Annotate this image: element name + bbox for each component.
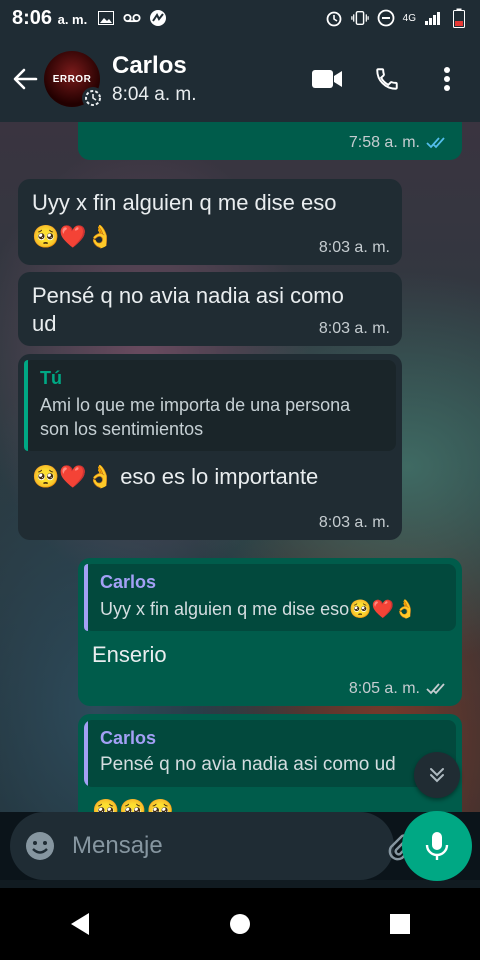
quote-text: Uyy x fin alguien q me dise eso🥺❤️👌 [100,599,417,619]
message-text: Uyy x fin alguien q me dise eso [32,190,337,215]
contact-info[interactable]: Carlos 8:04 a. m. [112,52,310,106]
read-ticks-icon [426,137,445,149]
status-bar: 8:06 a. m. 4G [0,0,480,36]
message-time: 8:03 a. m. [318,239,390,256]
avatar[interactable]: ERROR [44,51,104,109]
message-time: 8:03 a. m. [318,320,390,337]
nav-back-icon [71,913,89,935]
message-emoji: 🥺🥺🥺 [92,798,175,812]
message-meta: 7:58 a. m. [349,134,450,152]
message-incoming[interactable]: Pensé q no avia nadia asi como ud 8:03 a… [18,272,402,346]
quoted-message[interactable]: Carlos Uyy x fin alguien q me dise eso🥺❤… [84,564,456,631]
chat-area[interactable]: 7:58 a. m. Uyy x fin alguien q me dise e… [0,122,480,812]
status-ring-icon [82,87,104,109]
message-incoming[interactable]: Uyy x fin alguien q me dise eso 🥺❤️👌 8:0… [18,179,402,265]
message-time: 8:05 a. m. [348,680,420,697]
network-label: 4G [402,12,416,24]
system-nav-bar [0,888,480,960]
menu-button[interactable] [430,62,464,96]
dnd-icon [377,9,395,27]
message-outgoing[interactable]: Carlos Uyy x fin alguien q me dise eso🥺❤… [78,558,462,706]
voice-record-button[interactable] [402,811,472,881]
message-time: 7:58 a. m. [348,134,420,151]
phone-icon [376,68,398,90]
voicemail-icon [123,10,141,26]
quoted-message[interactable]: Tú Ami lo que me importa de una persona … [24,360,396,451]
signal-icon [424,10,442,26]
quote-author: Carlos [100,572,157,592]
alarm-icon [325,10,343,27]
mic-icon [425,832,449,860]
message-meta: 8:03 a. m. [319,320,390,338]
emoji-icon [26,832,54,860]
quoted-message[interactable]: Carlos Pensé q no avia nadia asi como ud [84,720,456,787]
message-meta: 8:05 a. m. [349,680,450,698]
message-outgoing[interactable]: 7:58 a. m. [78,122,462,160]
back-arrow-icon [13,68,38,90]
quote-text: Pensé q no avia nadia asi como ud [100,754,396,775]
message-text: Enserio [92,642,167,667]
message-time: 8:03 a. m. [318,514,390,531]
nav-recents-icon [390,914,410,934]
nav-home-button[interactable] [220,904,260,944]
voice-call-button[interactable] [370,62,404,96]
composer-background [0,880,480,888]
whatsapp-icon [149,10,167,26]
quote-text: Ami lo que me importa de una persona son… [40,395,351,439]
vibrate-icon [350,10,369,26]
message-incoming[interactable]: Tú Ami lo que me importa de una persona … [18,354,402,540]
message-emoji: 🥺❤️👌 [32,464,115,489]
nav-back-button[interactable] [60,904,100,944]
scroll-to-bottom-button[interactable] [414,752,460,798]
message-input[interactable] [70,831,384,861]
video-call-icon [312,70,342,88]
delivered-ticks-icon [426,683,445,695]
nav-recents-button[interactable] [380,904,420,944]
nav-home-icon [230,914,250,934]
message-meta: 8:03 a. m. [319,514,390,532]
quote-author: Carlos [100,728,157,748]
video-call-button[interactable] [310,62,344,96]
last-seen: 8:04 a. m. [112,84,197,105]
avatar-text: ERROR [52,73,92,85]
menu-icon [444,67,450,91]
scroll-down-icon [430,768,444,783]
back-button[interactable] [10,64,40,94]
message-composer [10,812,463,880]
message-outgoing[interactable]: Carlos Pensé q no avia nadia asi como ud… [78,714,462,812]
contact-name: Carlos [112,52,187,79]
battery-icon [450,8,468,28]
chat-header: ERROR Carlos 8:04 a. m. [0,36,480,122]
message-meta: 8:03 a. m. [319,239,390,257]
quote-author: Tú [40,368,62,388]
status-time: 8:06 a. m. [12,6,88,29]
message-text: eso es lo importante [120,464,319,489]
emoji-button[interactable] [24,828,56,864]
image-icon [97,10,115,26]
